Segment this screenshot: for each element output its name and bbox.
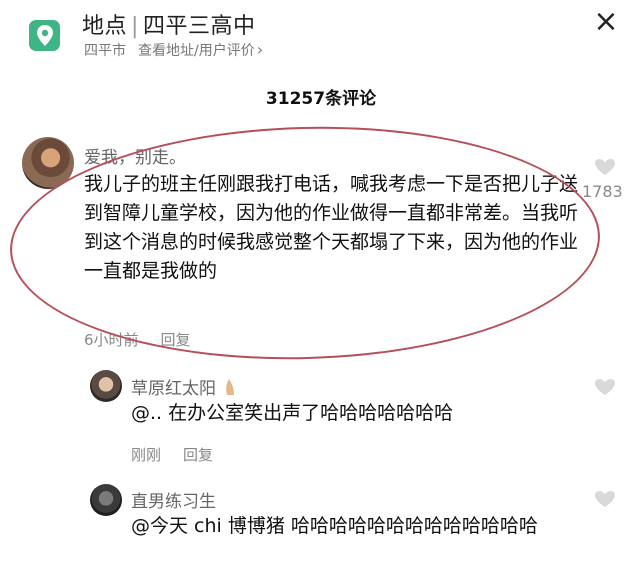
view-address-link[interactable]: 查看地址/用户评价 xyxy=(138,43,255,59)
location-pin-icon xyxy=(29,20,60,51)
avatar[interactable] xyxy=(90,484,122,516)
avatar[interactable] xyxy=(22,137,74,189)
comment-count: 31257条评论 xyxy=(265,89,377,109)
heart-icon[interactable] xyxy=(594,490,616,508)
heart-icon[interactable] xyxy=(594,378,616,396)
avatar[interactable] xyxy=(90,370,122,402)
location-city: 四平市 xyxy=(84,43,126,59)
hand-emoji-icon xyxy=(224,378,236,401)
reply-time: 刚刚 xyxy=(131,446,162,464)
location-header[interactable]: 地点 | 四平三高中 四平市 查看地址/用户评价 › xyxy=(0,0,642,76)
comment-username[interactable]: 爱我，别走。 xyxy=(84,143,186,168)
reply-username[interactable]: 直男练习生 xyxy=(131,487,216,512)
close-icon[interactable]: × xyxy=(592,7,620,37)
chevron-right-icon: › xyxy=(256,40,264,59)
reply-text: @今天 chi 博博猪 哈哈哈哈哈哈哈哈哈哈哈哈哈 xyxy=(131,515,538,537)
reply-button[interactable]: 回复 xyxy=(161,331,191,349)
location-label: 地点 xyxy=(82,14,128,39)
location-subtitle[interactable]: 四平市 查看地址/用户评价 › xyxy=(84,40,263,60)
location-title: 地点 | 四平三高中 xyxy=(82,14,256,39)
like-count: 1783 xyxy=(582,182,623,201)
comment-meta: 6小时前 回复 xyxy=(84,329,191,350)
comment-time: 6小时前 xyxy=(84,331,139,349)
comment-text: 我儿子的班主任刚跟我打电话，喊我考虑一下是否把儿子送到智障儿童学校，因为他的作业… xyxy=(84,173,579,282)
heart-icon[interactable] xyxy=(594,158,616,176)
reply-text: @.. 在办公室笑出声了哈哈哈哈哈哈哈 xyxy=(131,402,454,424)
reply-username[interactable]: 草原红太阳 xyxy=(131,374,236,401)
reply-button[interactable]: 回复 xyxy=(183,446,213,464)
reply-username-text: 草原红太阳 xyxy=(131,379,216,399)
location-name: 四平三高中 xyxy=(142,14,256,39)
reply-meta: 刚刚 回复 xyxy=(131,444,213,465)
